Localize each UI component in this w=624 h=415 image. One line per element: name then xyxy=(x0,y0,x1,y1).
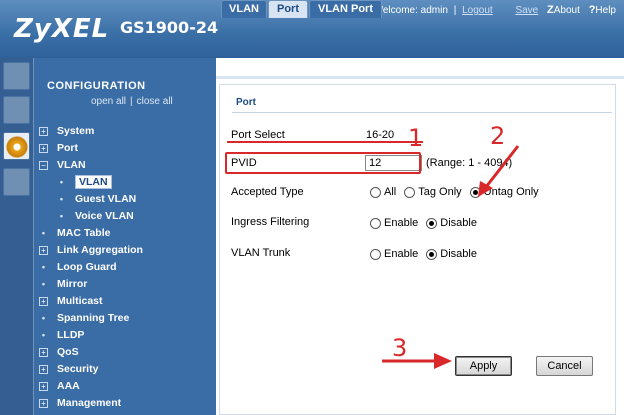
annotation-arrowhead-2 xyxy=(478,181,493,197)
annotation-arrowhead-3 xyxy=(434,353,452,369)
annotation-arrows xyxy=(382,145,520,369)
annotation-arrow-2 xyxy=(484,145,520,188)
